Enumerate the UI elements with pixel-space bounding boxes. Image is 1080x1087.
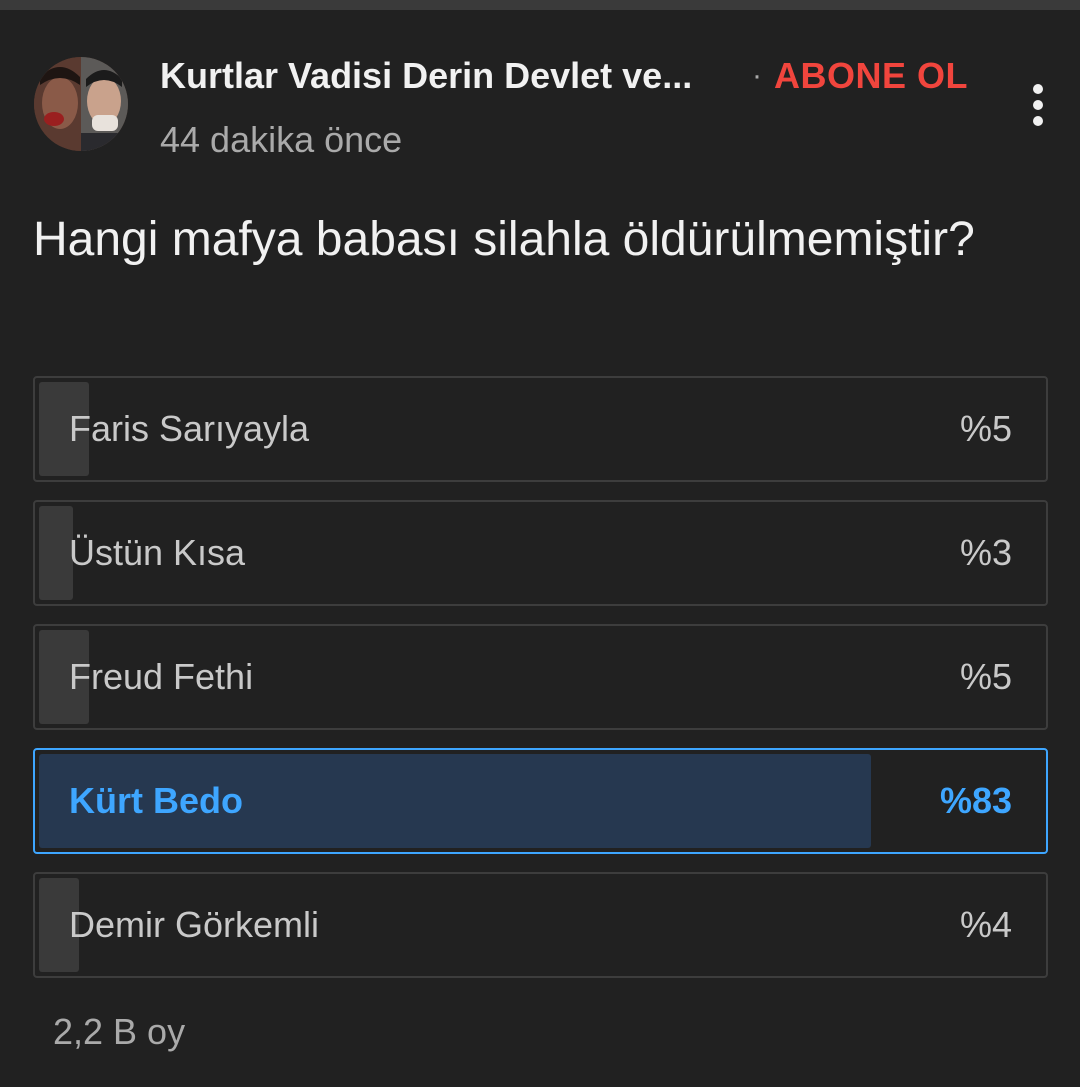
option-percent: %5: [959, 656, 1012, 697]
poll-question: Hangi mafya babası silahla öldürülmemişt…: [33, 213, 975, 266]
option-percent: %83: [939, 780, 1012, 821]
poll-option[interactable]: Faris Sarıyayla %5: [33, 376, 1048, 482]
poll-option[interactable]: Üstün Kısa %3: [33, 500, 1048, 606]
separator-dot: ·: [752, 59, 762, 92]
option-label: Faris Sarıyayla: [69, 408, 310, 449]
vote-count: 2,2 B oy: [53, 1011, 186, 1052]
poll-option[interactable]: Freud Fethi %5: [33, 624, 1048, 730]
option-percent: %5: [959, 408, 1012, 449]
poll-option[interactable]: Demir Görkemli %4: [33, 872, 1048, 978]
option-label: Üstün Kısa: [69, 532, 246, 573]
poll-option-selected[interactable]: Kürt Bedo %83: [33, 748, 1048, 854]
post-header: Kurtlar Vadisi Derin Devlet ve... · ABON…: [0, 0, 1080, 180]
channel-avatar[interactable]: [34, 57, 128, 151]
option-label: Kürt Bedo: [69, 780, 243, 821]
channel-name[interactable]: Kurtlar Vadisi Derin Devlet ve...: [160, 54, 720, 98]
vertical-dots-icon-bottom: [1033, 116, 1043, 126]
option-result-bar: [39, 506, 73, 600]
vertical-dots-icon: [1033, 84, 1043, 94]
poll-options: Faris Sarıyayla %5 Üstün Kısa %3 Freud F…: [33, 376, 1048, 996]
vertical-dots-icon-middle: [1033, 100, 1043, 110]
more-options-button[interactable]: [1018, 80, 1058, 130]
option-percent: %4: [959, 904, 1012, 945]
option-percent: %3: [959, 532, 1012, 573]
option-label: Demir Görkemli: [69, 904, 320, 945]
post-timestamp: 44 dakika önce: [160, 119, 403, 160]
subscribe-button[interactable]: ABONE OL: [774, 54, 968, 98]
option-label: Freud Fethi: [69, 656, 254, 697]
